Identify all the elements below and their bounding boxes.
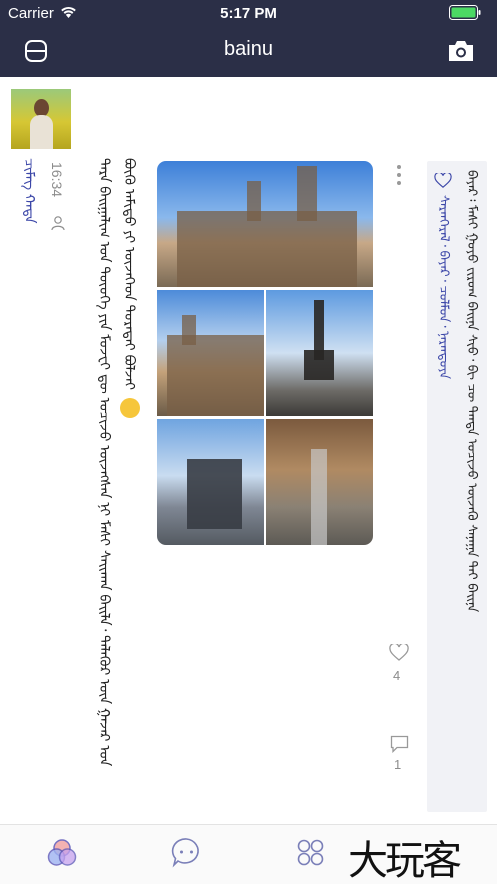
more-options-icon[interactable] [396, 164, 402, 186]
apps-grid-icon[interactable] [296, 838, 325, 867]
camera-icon[interactable] [448, 40, 474, 62]
comment-text: ᠪᠠᠶᠠᠷ᠄ ᠮᠠᠰᠢ ᠭᠣᠶᠣ ᠵᠢᠷᠤᠭ ᠪᠠᠢᠨᠠ ᠰᠢᠦ᠂ ᠪᠢ ᠴᠦ … [461, 170, 484, 612]
post-body: ᠲᠡᠷᠡ ᠪᠠᠢᠭᠠᠯᠢᠭ ᠤᠨ ᠲᠦᠦᠬᠡ ᠶᠢᠨ ᠮᠤᠵᠧᠢ ᠳᠦ ᠣᠴᠢᠵ… [97, 158, 138, 767]
home-circles-icon[interactable] [46, 837, 78, 869]
post-text: ᠲᠡᠷᠡ ᠪᠠᠢᠭᠠᠯᠢᠭ ᠤᠨ ᠲᠦᠦᠬᠡ ᠶᠢᠨ ᠮᠤᠵᠧᠢ ᠳᠦ ᠣᠴᠢᠵ… [92, 158, 142, 783]
photo-grid [157, 161, 373, 545]
photo-albert-memorial[interactable] [266, 290, 373, 416]
wink-emoji-icon [120, 397, 140, 418]
comment-bubble-icon[interactable] [390, 735, 409, 753]
photo-museum-hall[interactable] [266, 419, 373, 545]
avatar-body [30, 115, 53, 149]
liked-by-heart-icon [434, 173, 452, 188]
author-name[interactable]: ᠴᠢᠮᠡᠭ ᠬᠠᠳᠠ [18, 158, 42, 224]
comment-body: ᠪᠠᠶᠠᠷ᠄ ᠮᠠᠰᠢ ᠭᠣᠶᠣ ᠵᠢᠷᠤᠭ ᠪᠠᠢᠨᠠ ᠰᠢᠦ᠂ ᠪᠢ ᠴᠦ … [465, 170, 480, 613]
photo-museum-side[interactable] [157, 290, 264, 416]
battery-icon [449, 5, 481, 20]
photo-museum-facade[interactable] [157, 161, 373, 287]
like-heart-icon[interactable] [389, 644, 409, 662]
page-title: bainu [224, 38, 273, 60]
top-bar: Carrier 5:17 PM bainu [0, 0, 497, 77]
comment-count: 1 [394, 757, 402, 772]
post-time: 16:34 [49, 162, 65, 198]
status-time: 5:17 PM [220, 5, 277, 22]
photo-statue[interactable] [157, 419, 264, 545]
chat-bubble-icon[interactable] [171, 837, 202, 868]
watermark-logo: 大玩客 [348, 838, 462, 884]
avatar[interactable] [11, 89, 71, 149]
person-icon [51, 216, 65, 231]
liked-by-list[interactable]: ᠰᠠᠷᠠᠨᠭᠡᠷᠡᠯ᠂ ᠪᠠᠶᠠᠷ᠂ ᠴᠣᠯᠮᠣᠨ᠂ ᠨᠠᠷᠠᠨᠲᠤᠶᠠ [433, 195, 456, 379]
like-count: 4 [393, 668, 401, 683]
